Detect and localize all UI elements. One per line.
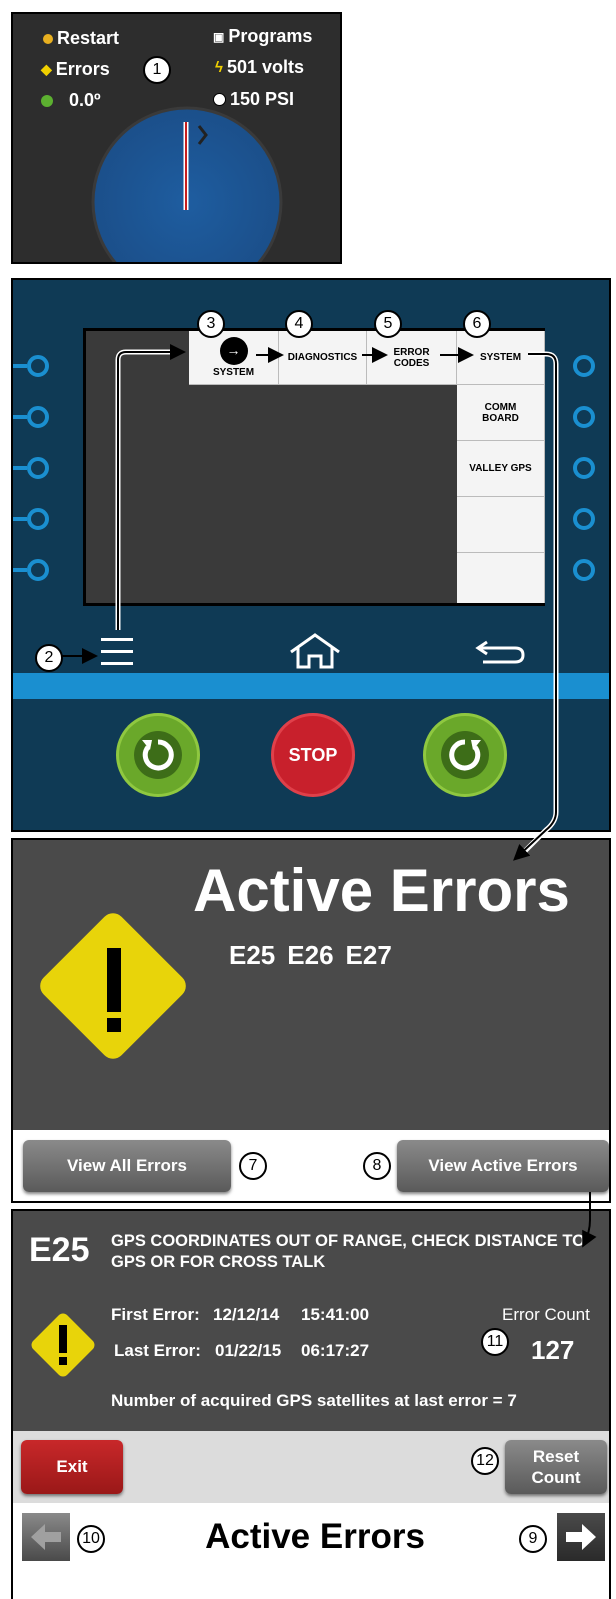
- right-led-4: [573, 508, 595, 530]
- last-error-label: Last Error:: [114, 1341, 201, 1360]
- menu-diagnostics[interactable]: DIAGNOSTICS: [279, 331, 367, 385]
- display-screen: → SYSTEM DIAGNOSTICS ERROR CODES SYSTEM …: [83, 328, 545, 606]
- menu-diagnostics-label: DIAGNOSTICS: [287, 352, 358, 363]
- error-code-heading: E25: [29, 1231, 90, 1269]
- error-detail-panel: E25 GPS COORDINATES OUT OF RANGE, CHECK …: [11, 1209, 611, 1599]
- right-led-2: [573, 406, 595, 428]
- callout-12: 12: [471, 1447, 499, 1475]
- ring-connector: [13, 568, 27, 572]
- view-all-errors-button[interactable]: View All Errors: [23, 1140, 231, 1192]
- back-icon[interactable]: [475, 636, 527, 666]
- footer-title: Active Errors: [205, 1517, 425, 1556]
- right-led-1: [573, 355, 595, 377]
- stop-button[interactable]: STOP: [271, 713, 355, 797]
- menu-system-start-label: SYSTEM: [212, 367, 255, 378]
- next-button[interactable]: [557, 1513, 605, 1561]
- callout-4: 4: [285, 310, 313, 338]
- first-error-date: 12/12/14: [213, 1305, 280, 1324]
- ring-connector: [13, 364, 27, 368]
- reset-count-button[interactable]: Reset Count: [505, 1440, 607, 1494]
- menu-valley-gps-label: VALLEY GPS: [469, 463, 532, 474]
- menu-comm-board-label: COMM BOARD: [482, 401, 519, 424]
- error-count-value: 127: [531, 1335, 575, 1365]
- last-error-time: 06:17:27: [301, 1341, 370, 1360]
- first-error-label: First Error:: [111, 1305, 200, 1324]
- error-code-list: E25 E26 E27: [229, 940, 392, 971]
- menu-error-codes[interactable]: ERROR CODES: [367, 331, 457, 385]
- callout-10: 10: [77, 1525, 105, 1553]
- left-led-3: [27, 457, 49, 479]
- menu-empty-1: [457, 497, 545, 553]
- left-led-4: [27, 508, 49, 530]
- menu-system-label: SYSTEM: [479, 352, 522, 363]
- callout-11: 11: [481, 1328, 509, 1356]
- error-code[interactable]: E25: [229, 940, 275, 971]
- prev-button[interactable]: [22, 1513, 70, 1561]
- active-errors-title: Active Errors: [193, 857, 570, 924]
- callout-3: 3: [197, 310, 225, 338]
- callout-9: 9: [519, 1525, 547, 1553]
- exit-button[interactable]: Exit: [21, 1440, 123, 1494]
- callout-8: 8: [363, 1152, 391, 1180]
- home-icon[interactable]: [287, 632, 343, 670]
- right-led-3: [573, 457, 595, 479]
- left-led-2: [27, 406, 49, 428]
- menu-empty-2: [457, 553, 545, 603]
- callout-2: 2: [35, 644, 63, 672]
- accent-strip: [13, 673, 609, 699]
- menu-system[interactable]: SYSTEM: [457, 331, 545, 385]
- stop-label: STOP: [288, 744, 338, 765]
- hamburger-menu-icon[interactable]: [99, 635, 137, 669]
- menu-error-codes-label: ERROR CODES: [393, 346, 430, 369]
- error-description: GPS COORDINATES OUT OF RANGE, CHECK DIST…: [111, 1232, 585, 1271]
- last-error-date: 01/22/15: [215, 1341, 282, 1360]
- rotate-forward-button[interactable]: [423, 713, 507, 797]
- control-panel: → SYSTEM DIAGNOSTICS ERROR CODES SYSTEM …: [11, 278, 611, 832]
- error-count-label: Error Count: [502, 1305, 590, 1324]
- right-arrow-icon: [566, 1524, 596, 1550]
- left-led-5: [27, 559, 49, 581]
- callout-5: 5: [374, 310, 402, 338]
- active-errors-panel: Active Errors E25 E26 E27 View All Error…: [11, 838, 611, 1203]
- menu-system-start[interactable]: → SYSTEM: [189, 331, 279, 385]
- warning-icon: [31, 1313, 95, 1377]
- error-code[interactable]: E26: [287, 940, 333, 971]
- status-panel: Restart ▣ Programs ◆ Errors ϟ 501 volts …: [11, 12, 342, 264]
- left-arrow-icon: [31, 1524, 61, 1550]
- ring-connector: [13, 415, 27, 419]
- right-led-5: [573, 559, 595, 581]
- menu-valley-gps[interactable]: VALLEY GPS: [457, 441, 545, 497]
- warning-icon-large: [40, 913, 186, 1059]
- satellites-info: Number of acquired GPS satellites at las…: [111, 1391, 517, 1410]
- error-code[interactable]: E27: [346, 940, 392, 971]
- first-error-time: 15:41:00: [301, 1305, 370, 1324]
- arrow-circle-icon: →: [219, 337, 248, 365]
- callout-6: 6: [463, 310, 491, 338]
- left-led-1: [27, 355, 49, 377]
- ring-connector: [13, 466, 27, 470]
- ring-connector: [13, 517, 27, 521]
- rotate-ccw-icon: [134, 731, 182, 779]
- pivot-dial: [91, 106, 283, 262]
- menu-comm-board[interactable]: COMM BOARD: [457, 385, 545, 441]
- callout-7: 7: [239, 1152, 267, 1180]
- rotate-cw-icon: [441, 731, 489, 779]
- view-active-errors-button[interactable]: View Active Errors: [397, 1140, 609, 1192]
- rotate-reverse-button[interactable]: [116, 713, 200, 797]
